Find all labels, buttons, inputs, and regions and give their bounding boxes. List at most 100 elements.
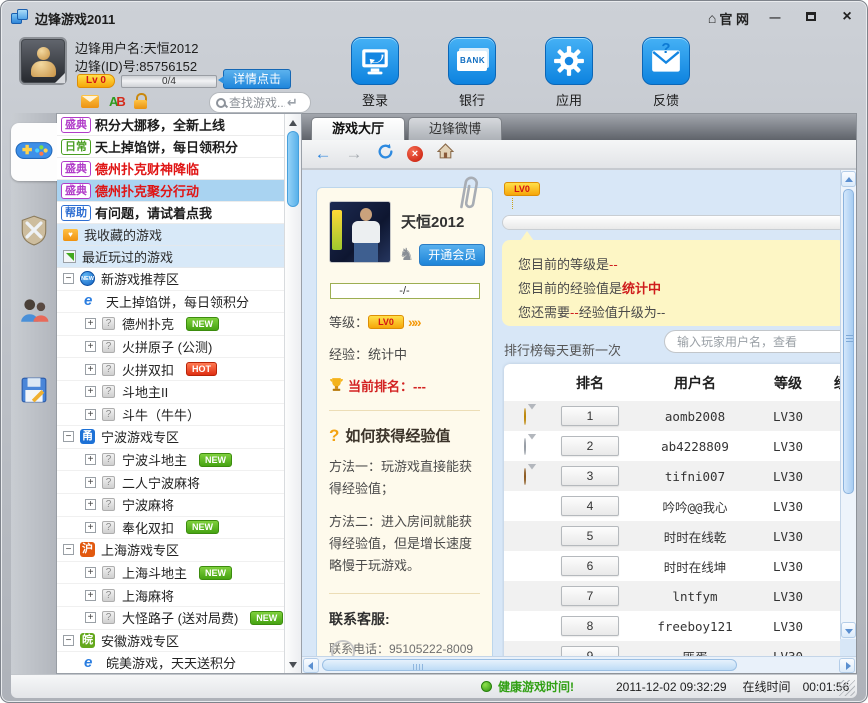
- user-avatar[interactable]: [19, 37, 67, 85]
- scroll-right-arrow[interactable]: [839, 658, 855, 673]
- ranking-table-row[interactable]: 3 tifni007 LV30 6: [504, 461, 840, 491]
- player-search-input[interactable]: [664, 330, 840, 353]
- refresh-icon[interactable]: [376, 143, 394, 165]
- game-tree-item[interactable]: e 皖美游戏，天天送积分: [57, 652, 284, 673]
- scroll-thumb[interactable]: [287, 131, 299, 207]
- game-tree-item[interactable]: 火拼双扣 HOT: [57, 358, 284, 381]
- expand-toggle-icon[interactable]: [85, 409, 96, 420]
- expand-toggle-icon[interactable]: [63, 544, 74, 555]
- scroll-thumb[interactable]: [322, 659, 737, 671]
- back-icon[interactable]: [314, 144, 332, 164]
- expand-toggle-icon[interactable]: [85, 612, 96, 623]
- game-tree-item[interactable]: 火拼原子 (公测): [57, 336, 284, 359]
- favorites-row[interactable]: 我收藏的游戏: [57, 224, 284, 246]
- stop-icon[interactable]: [407, 146, 423, 162]
- game-tree-item[interactable]: NEW 新游戏推荐区: [57, 268, 284, 291]
- game-search-box[interactable]: [209, 92, 311, 113]
- close-button[interactable]: [837, 10, 857, 26]
- forward-icon[interactable]: [345, 144, 363, 164]
- sidebar-item-gamepad[interactable]: [11, 123, 57, 181]
- expand-toggle-icon[interactable]: [85, 590, 96, 601]
- ranking-table-row[interactable]: 8 freeboy121 LV30 6: [504, 611, 840, 641]
- ranking-table-row[interactable]: 9 匪蛋 LV30 6: [504, 641, 840, 656]
- rank-button[interactable]: 1: [561, 406, 619, 426]
- bank-card-icon[interactable]: BANK: [448, 37, 496, 85]
- search-input[interactable]: [227, 95, 287, 111]
- scroll-thumb[interactable]: [843, 189, 854, 494]
- scroll-up-arrow[interactable]: [285, 116, 302, 130]
- expand-toggle-icon[interactable]: [63, 431, 74, 442]
- rank-button[interactable]: 7: [561, 586, 619, 606]
- action-bank-button[interactable]: BANK银行: [446, 37, 498, 109]
- rank-button[interactable]: 2: [561, 436, 619, 456]
- ranking-table-row[interactable]: 1 aomb2008 LV30 6: [504, 401, 840, 431]
- ranking-table-row[interactable]: 4 吟吟@@我心 LV30 6: [504, 491, 840, 521]
- game-tree-item[interactable]: 宁波斗地主 NEW: [57, 449, 284, 472]
- expand-toggle-icon[interactable]: [63, 273, 74, 284]
- game-tree-item[interactable]: 德州扑克 NEW: [57, 313, 284, 336]
- level-arrows-icon[interactable]: »»: [408, 314, 420, 330]
- game-tree-item[interactable]: 斗牛（牛牛）: [57, 404, 284, 427]
- expand-toggle-icon[interactable]: [85, 567, 96, 578]
- game-tree-item[interactable]: 上海斗地主 NEW: [57, 562, 284, 585]
- sidebar-item-friends[interactable]: [11, 283, 57, 341]
- recent-games-row[interactable]: 最近玩过的游戏: [57, 246, 284, 268]
- open-vip-button[interactable]: 开通会员: [419, 244, 485, 266]
- announcement-item[interactable]: 盛典 德州扑克聚分行动: [57, 180, 284, 202]
- rank-button[interactable]: 9: [561, 646, 619, 656]
- rank-button[interactable]: 8: [561, 616, 619, 636]
- expand-toggle-icon[interactable]: [63, 635, 74, 646]
- game-tree-item[interactable]: e 天上掉馅饼，每日领积分: [57, 291, 284, 314]
- expand-toggle-icon[interactable]: [85, 341, 96, 352]
- action-apps-button[interactable]: 应用: [543, 37, 595, 109]
- ranking-table-row[interactable]: 2 ab4228809 LV30 6: [504, 431, 840, 461]
- game-tree-item[interactable]: 宁波麻将: [57, 494, 284, 517]
- announcement-item[interactable]: 帮助 有问题，请试着点我: [57, 202, 284, 224]
- expand-toggle-icon[interactable]: [85, 454, 96, 465]
- expand-toggle-icon[interactable]: [85, 522, 96, 533]
- game-tree-item[interactable]: 上海麻将: [57, 584, 284, 607]
- game-tree-item[interactable]: 斗地主II: [57, 381, 284, 404]
- expand-toggle-icon[interactable]: [85, 318, 96, 329]
- game-tree-item[interactable]: 大怪路子 (送对局费) NEW: [57, 607, 284, 630]
- ranking-table-row[interactable]: 7 lntfym LV30 6: [504, 581, 840, 611]
- announcement-item[interactable]: 盛典 德州扑克财神降临: [57, 158, 284, 180]
- game-tree-item[interactable]: 皖 安徽游戏专区: [57, 630, 284, 653]
- tab-game-lobby[interactable]: 游戏大厅: [311, 117, 405, 140]
- expand-toggle-icon[interactable]: [85, 386, 96, 397]
- tab-weibo[interactable]: 边锋微博: [408, 117, 502, 140]
- scroll-down-arrow[interactable]: [841, 622, 856, 638]
- rank-button[interactable]: 4: [561, 496, 619, 516]
- sidebar-item-game-record[interactable]: [11, 363, 57, 421]
- scroll-up-arrow[interactable]: [841, 171, 856, 187]
- game-list-scrollbar[interactable]: [284, 114, 301, 673]
- action-feedback-button[interactable]: ?反馈: [640, 37, 692, 109]
- content-vertical-scrollbar[interactable]: [840, 170, 856, 639]
- rank-button[interactable]: 3: [561, 466, 619, 486]
- expand-toggle-icon[interactable]: [85, 364, 96, 375]
- scroll-down-arrow[interactable]: [285, 657, 302, 671]
- announcement-item[interactable]: 日常 天上掉馅饼，每日领积分: [57, 136, 284, 158]
- rank-button[interactable]: 6: [561, 556, 619, 576]
- rank-button[interactable]: 5: [561, 526, 619, 546]
- game-tree-item[interactable]: 奉化双扣 NEW: [57, 517, 284, 540]
- feedback-mail-icon[interactable]: ?: [642, 37, 690, 85]
- details-button[interactable]: 详情点击: [223, 69, 291, 89]
- mail-icon[interactable]: [81, 95, 99, 108]
- lock-icon[interactable]: [134, 93, 147, 109]
- game-tree-item[interactable]: 沪 上海游戏专区: [57, 539, 284, 562]
- scroll-left-arrow[interactable]: [303, 658, 319, 673]
- gear-icon[interactable]: [545, 37, 593, 85]
- home-page-icon[interactable]: [436, 143, 454, 165]
- ranking-table-row[interactable]: 5 时时在线乾 LV30 6: [504, 521, 840, 551]
- content-horizontal-scrollbar[interactable]: [302, 656, 856, 673]
- action-login-button[interactable]: 登录: [349, 37, 401, 109]
- login-monitor-icon[interactable]: [351, 37, 399, 85]
- resize-grip[interactable]: [839, 680, 855, 696]
- ranking-table-row[interactable]: 6 时时在线坤 LV30 6: [504, 551, 840, 581]
- official-site-link[interactable]: 官 网: [708, 9, 749, 28]
- avatar-dropdown-icon[interactable]: [55, 73, 65, 83]
- minimize-button[interactable]: [765, 10, 785, 26]
- expand-toggle-icon[interactable]: [85, 477, 96, 488]
- game-tree-item[interactable]: 甬 宁波游戏专区: [57, 426, 284, 449]
